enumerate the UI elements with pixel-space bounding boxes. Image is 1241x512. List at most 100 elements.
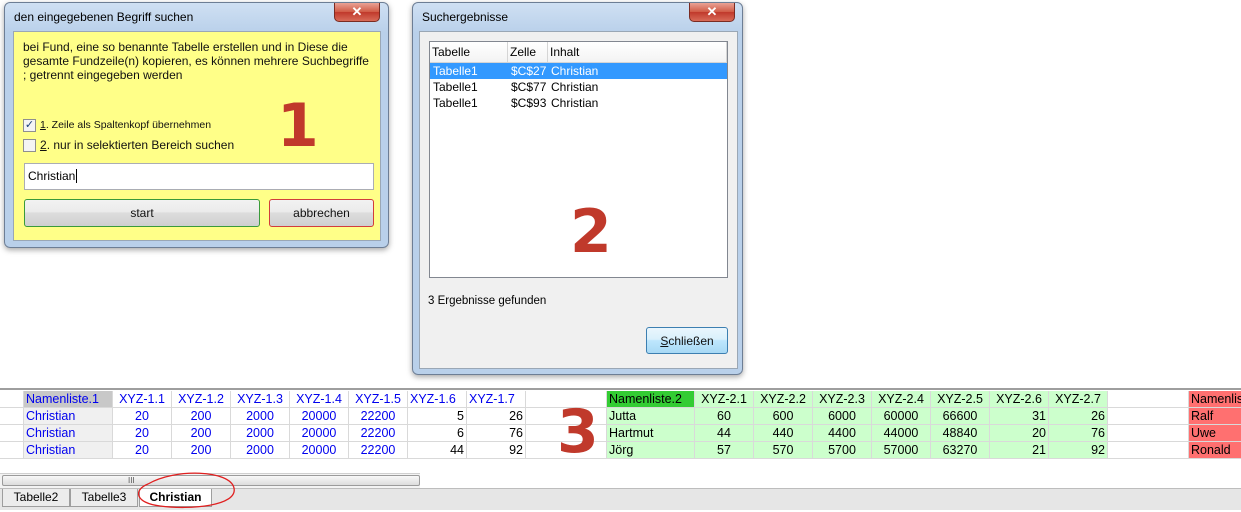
results-dialog-close-button[interactable]: ✕ [689,3,735,22]
table-cell[interactable]: 20 [113,408,172,425]
table-cell[interactable]: 57000 [872,442,931,459]
table-cell[interactable]: 20000 [290,442,349,459]
start-button[interactable]: start [24,199,260,227]
table-cell[interactable]: 200 [172,408,231,425]
table-cell[interactable]: 440 [754,425,813,442]
empty-cell[interactable] [0,442,24,459]
table-cell[interactable]: 20 [990,425,1049,442]
results-list[interactable]: Tabelle Zelle Inhalt Tabelle1 $C$27 Chri… [429,41,728,278]
table-cell[interactable]: Jutta [607,408,695,425]
search-input[interactable]: Christian [24,163,374,190]
empty-cell[interactable] [0,408,24,425]
sheet-tab-tabelle3[interactable]: Tabelle3 [70,489,138,507]
column-header-cell[interactable]: XYZ-1.5 [349,391,408,408]
table-cell[interactable]: 66600 [931,408,990,425]
search-dialog-close-button[interactable]: ✕ [334,3,380,22]
table-cell[interactable]: Jörg [607,442,695,459]
table-cell[interactable]: 2000 [231,408,290,425]
result-cell: $C$77 [511,80,547,94]
table-cell[interactable]: 6 [408,425,467,442]
sheet-tab-tabelle2[interactable]: Tabelle2 [2,489,70,507]
column-header-cell[interactable]: XYZ-2.3 [813,391,872,408]
table-cell[interactable]: 92 [467,442,526,459]
table-cell[interactable]: 26 [467,408,526,425]
column-header-cell[interactable]: XYZ-2.1 [695,391,754,408]
results-dialog: Suchergebnisse ✕ Tabelle Zelle Inhalt Ta… [412,2,743,375]
table-cell[interactable]: Christian [24,442,113,459]
table-cell[interactable]: 5 [408,408,467,425]
column-header-cell[interactable]: XYZ-2.6 [990,391,1049,408]
column-header-inhalt[interactable]: Inhalt [548,42,727,62]
table-cell[interactable]: 22200 [349,408,408,425]
annotation-marker-1: 1 [277,91,319,161]
empty-cell[interactable] [1108,442,1189,459]
table-cell[interactable]: 21 [990,442,1049,459]
empty-cell[interactable] [1108,425,1189,442]
column-header-cell[interactable]: Namenliste.2 [607,391,695,408]
table-cell[interactable]: 200 [172,425,231,442]
table-cell[interactable]: Ronald [1189,442,1241,459]
table-cell[interactable]: 26 [1049,408,1108,425]
column-header-tabelle[interactable]: Tabelle [430,42,508,62]
result-row[interactable]: Tabelle1 $C$77 Christian [430,79,727,95]
table-cell[interactable]: Uwe [1189,425,1241,442]
table-cell[interactable]: 44 [408,442,467,459]
table-cell[interactable]: 6000 [813,408,872,425]
column-header-cell[interactable]: XYZ-1.3 [231,391,290,408]
table-cell[interactable]: 2000 [231,425,290,442]
column-header-cell[interactable]: XYZ-2.4 [872,391,931,408]
column-header-cell[interactable]: XYZ-2.7 [1049,391,1108,408]
empty-cell[interactable] [0,425,24,442]
column-header-cell[interactable]: Namenliste.1 [24,391,113,408]
close-results-button[interactable]: Schließen [646,327,728,354]
result-row[interactable]: Tabelle1 $C$27 Christian [430,63,727,79]
table-cell[interactable]: 63270 [931,442,990,459]
empty-cell[interactable] [1108,391,1189,408]
result-cell: Tabelle1 [433,96,478,110]
column-header-cell[interactable]: XYZ-1.1 [113,391,172,408]
table-cell[interactable]: 57 [695,442,754,459]
column-header-cell[interactable]: XYZ-2.2 [754,391,813,408]
table-cell[interactable]: 2000 [231,442,290,459]
table-cell[interactable]: 22200 [349,442,408,459]
column-header-cell[interactable]: XYZ-1.2 [172,391,231,408]
table-cell[interactable]: 76 [1049,425,1108,442]
header-row-checkbox-row[interactable]: ✓ 1. Zeile als Spaltenkopf übernehmen [23,117,211,133]
table-cell[interactable]: 20000 [290,408,349,425]
column-header-cell[interactable]: XYZ-2.5 [931,391,990,408]
table-cell[interactable]: 200 [172,442,231,459]
table-cell[interactable]: 4400 [813,425,872,442]
annotation-marker-3: 3 [557,397,599,467]
column-header-cell[interactable]: XYZ-1.6 [408,391,467,408]
table-cell[interactable]: 76 [467,425,526,442]
table-cell[interactable]: 20000 [290,425,349,442]
cancel-button[interactable]: abbrechen [269,199,374,227]
table-cell[interactable]: 31 [990,408,1049,425]
column-header-cell[interactable]: Namenlis [1189,391,1241,408]
table-cell[interactable]: 20 [113,442,172,459]
empty-cell[interactable] [0,391,24,408]
selection-only-checkbox-row[interactable]: 2. nur in selektierten Bereich suchen [23,137,234,153]
header-row-checkbox[interactable]: ✓ [23,118,36,132]
column-header-cell[interactable]: XYZ-1.4 [290,391,349,408]
table-cell[interactable]: 5700 [813,442,872,459]
table-cell[interactable]: 92 [1049,442,1108,459]
table-cell[interactable]: Ralf [1189,408,1241,425]
column-header-zelle[interactable]: Zelle [508,42,548,62]
result-row[interactable]: Tabelle1 $C$93 Christian [430,95,727,111]
table-cell[interactable]: 48840 [931,425,990,442]
table-cell[interactable]: 60 [695,408,754,425]
table-cell[interactable]: 60000 [872,408,931,425]
table-cell[interactable]: 600 [754,408,813,425]
column-header-cell[interactable]: XYZ-1.7 [467,391,526,408]
table-cell[interactable]: 570 [754,442,813,459]
selection-only-checkbox[interactable] [23,138,36,152]
table-cell[interactable]: Christian [24,408,113,425]
table-cell[interactable]: 20 [113,425,172,442]
table-cell[interactable]: 22200 [349,425,408,442]
empty-cell[interactable] [1108,408,1189,425]
table-cell[interactable]: Hartmut [607,425,695,442]
table-cell[interactable]: 44000 [872,425,931,442]
table-cell[interactable]: 44 [695,425,754,442]
table-cell[interactable]: Christian [24,425,113,442]
